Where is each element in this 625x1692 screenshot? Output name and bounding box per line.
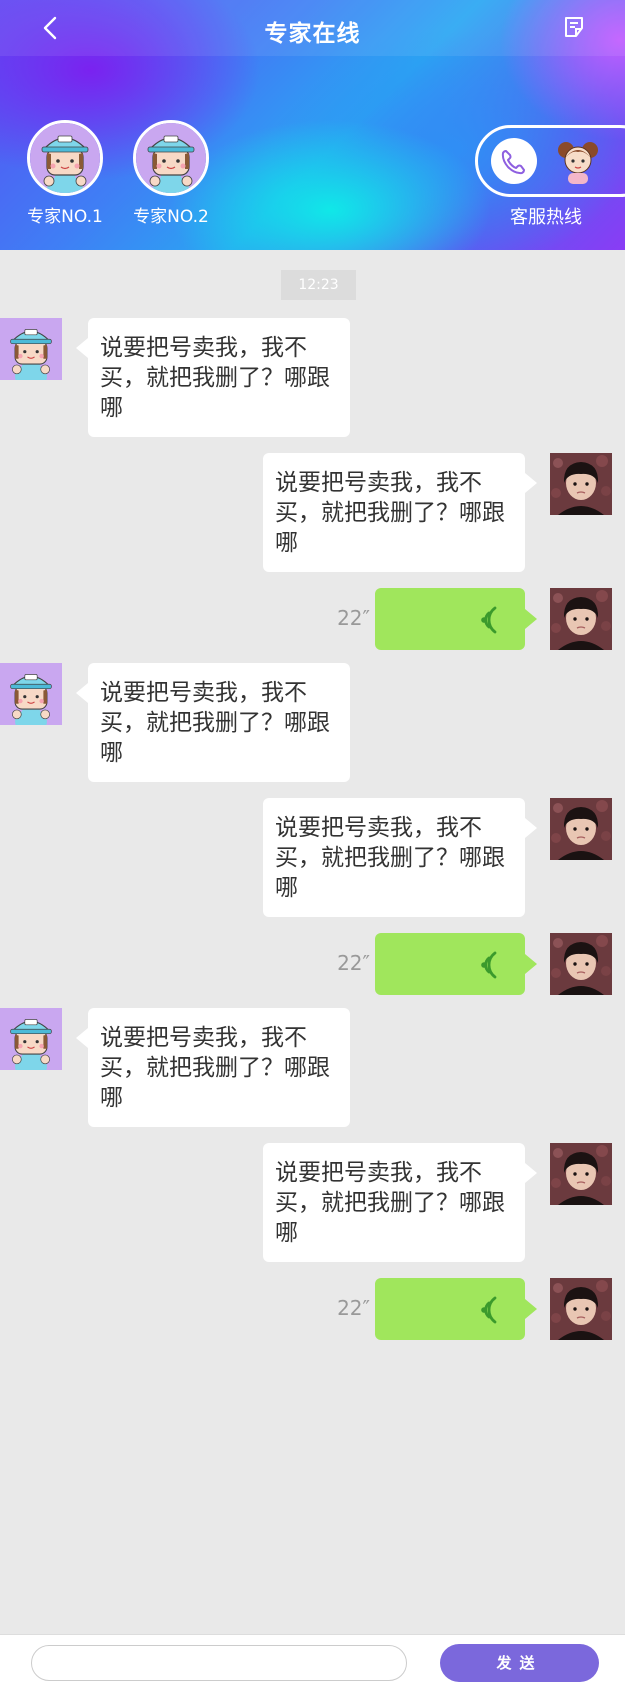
- user-avatar[interactable]: [550, 453, 612, 515]
- outgoing-message-bubble[interactable]: 说要把号卖我，我不买，就把我删了？哪跟哪: [263, 453, 537, 572]
- voice-waves-icon: [477, 606, 505, 634]
- expert-chat-avatar[interactable]: [0, 318, 62, 380]
- incoming-message-bubble[interactable]: 说要把号卖我，我不买，就把我删了？哪跟哪: [76, 663, 350, 782]
- user-avatar[interactable]: [550, 1278, 612, 1340]
- expert-chat-avatar[interactable]: [0, 1008, 62, 1070]
- expert-label: 专家NO.2: [133, 207, 209, 227]
- voice-duration: 22″: [337, 606, 370, 630]
- voice-waves-icon: [477, 951, 505, 979]
- voice-message-bubble[interactable]: [375, 933, 537, 995]
- composer-bar: 发送: [0, 1634, 625, 1692]
- customer-service-avatar: [554, 136, 602, 184]
- page-title: 专家在线: [264, 21, 361, 47]
- voice-message-bubble[interactable]: [375, 1278, 537, 1340]
- incoming-message-bubble[interactable]: 说要把号卖我，我不买，就把我删了？哪跟哪: [76, 318, 350, 437]
- incoming-message-bubble[interactable]: 说要把号卖我，我不买，就把我删了？哪跟哪: [76, 1008, 350, 1127]
- expert-chat-avatar[interactable]: [0, 663, 62, 725]
- expert-label: 专家NO.1: [27, 207, 103, 227]
- voice-duration: 22″: [337, 1296, 370, 1320]
- user-avatar[interactable]: [550, 798, 612, 860]
- expert-avatar: [133, 120, 209, 196]
- voice-duration: 22″: [337, 951, 370, 975]
- outgoing-message-bubble[interactable]: 说要把号卖我，我不买，就把我删了？哪跟哪: [263, 1143, 537, 1262]
- expert-avatar: [27, 120, 103, 196]
- user-avatar[interactable]: [550, 588, 612, 650]
- send-button[interactable]: 发送: [440, 1644, 599, 1682]
- expert-card-1[interactable]: 专家NO.1: [24, 120, 106, 227]
- notepad-icon[interactable]: [563, 15, 587, 41]
- hotline-label: 客服热线: [510, 207, 582, 228]
- voice-message-bubble[interactable]: [375, 588, 537, 650]
- user-avatar[interactable]: [550, 933, 612, 995]
- hotline-button[interactable]: [475, 125, 625, 197]
- outgoing-message-bubble[interactable]: 说要把号卖我，我不买，就把我删了？哪跟哪: [263, 798, 537, 917]
- voice-waves-icon: [477, 1296, 505, 1324]
- top-navigation-bar: 专家在线: [0, 0, 625, 56]
- message-input[interactable]: [31, 1645, 407, 1681]
- header-banner: 专家在线 专家NO.1 专家NO.2 客服热线: [0, 0, 625, 250]
- chat-timestamp: 12:23: [281, 270, 356, 300]
- user-avatar[interactable]: [550, 1143, 612, 1205]
- expert-card-2[interactable]: 专家NO.2: [130, 120, 212, 227]
- phone-icon: [491, 138, 537, 184]
